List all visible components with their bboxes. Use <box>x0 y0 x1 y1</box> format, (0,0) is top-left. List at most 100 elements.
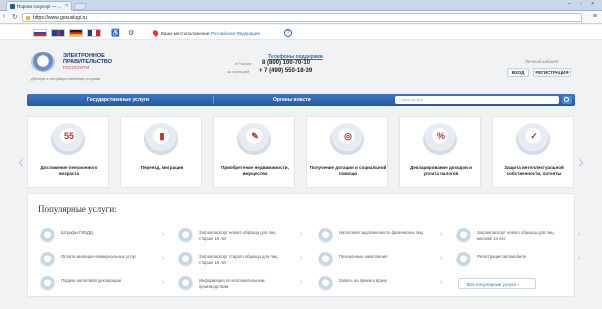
category-card[interactable]: ◎ Получение дотации и социальной помощи <box>306 116 388 188</box>
location-label: Ваше местоположение: <box>161 31 211 36</box>
reload-icon[interactable]: ↻ <box>12 13 18 21</box>
location-pin-icon <box>151 29 160 37</box>
service-item[interactable]: Пенсионные накопления › <box>318 252 450 270</box>
service-item[interactable]: Регистрация автомобиля › <box>456 252 588 270</box>
back-arrow-icon[interactable]: ‹ <box>3 13 5 20</box>
nav-government-services[interactable]: Государственные услуги <box>87 97 149 103</box>
chevron-right-icon: › <box>440 279 443 286</box>
flag-de-icon[interactable] <box>69 29 83 37</box>
service-item[interactable]: Запись на прием к врачу › <box>318 276 450 294</box>
category-label: Получение дотации и социальной помощи <box>309 165 387 176</box>
popular-services: Популярные услуги: Штрафы ГИБДД › Загран… <box>27 193 580 297</box>
service-item[interactable]: Налоговая задолженность физических лиц › <box>318 228 450 246</box>
service-label: Штрафы ГИБДД <box>61 230 93 235</box>
tab-title: Портал госуслуг — ... <box>17 4 62 9</box>
category-card[interactable]: ✎ Приобретение недвижимости, имущества <box>213 116 295 188</box>
browser-tab[interactable]: Портал госуслуг — ... × <box>6 1 72 11</box>
doctor-appointment-icon <box>318 276 333 291</box>
chevron-right-icon: › <box>300 231 303 238</box>
chevron-right-icon: › <box>578 231 581 238</box>
service-item[interactable]: Оплата жилищно-коммунальных услуг › <box>40 252 172 270</box>
category-card[interactable]: ▮ Переезд, миграция <box>120 116 202 188</box>
category-label: Достижение пенсионного возраста <box>40 165 98 176</box>
emblem-icon[interactable] <box>31 52 55 72</box>
service-label: Подача налоговой декларации <box>61 278 121 283</box>
site-top-strip: ♿ ⚙ Ваше местоположение: Российская Феде… <box>0 25 602 40</box>
service-label: Загранпаспорт нового образца для лиц ста… <box>199 230 276 241</box>
category-label: Защита интеллектуальной собственности, п… <box>504 165 564 176</box>
service-label: Пенсионные накопления <box>339 254 388 259</box>
car-registration-icon <box>456 252 471 267</box>
chevron-right-icon: › <box>300 255 303 262</box>
settings-icon[interactable]: ⚙ <box>128 29 134 37</box>
service-label: Загранпаспорт нового образца для лиц мол… <box>477 230 554 241</box>
service-item[interactable]: Подача налоговой декларации › <box>40 276 172 294</box>
category-glyph: % <box>436 131 445 141</box>
service-item[interactable]: Информация по исполнительным производств… <box>178 276 310 294</box>
search-icon[interactable] <box>562 96 572 104</box>
location-selector[interactable]: Российская Федерация <box>211 31 260 36</box>
service-item[interactable]: Загранпаспорт нового образца для лиц ста… <box>178 228 310 246</box>
passport-old-icon <box>178 252 193 267</box>
chevron-right-icon: › <box>162 255 165 262</box>
service-label: Оплата жилищно-коммунальных услуг <box>61 254 137 259</box>
category-card[interactable]: 55 Достижение пенсионного возраста <box>27 116 109 188</box>
service-item[interactable]: Загранпаспорт нового образца для лиц мол… <box>456 228 588 246</box>
category-glyph: ◎ <box>344 131 352 141</box>
carousel-next-arrow-icon[interactable]: › <box>578 152 584 173</box>
browser-toolbar: ‹ ↻ https://www.gosuslugi.ru ≡ <box>0 11 602 24</box>
tax-debt-icon <box>318 228 333 243</box>
phone-russia-label: в России <box>235 61 252 66</box>
chevron-right-icon: › <box>162 279 165 286</box>
lock-icon <box>26 16 30 20</box>
all-popular-services-link[interactable]: Все популярные услуги › <box>458 278 536 289</box>
chevron-right-icon: › <box>440 231 443 238</box>
all-popular-label: Все популярные услуги <box>467 282 517 287</box>
popular-title: Популярные услуги: <box>38 204 117 214</box>
chevron-right-icon: › <box>162 231 165 238</box>
search-input[interactable]: Поиск услуги <box>395 96 559 104</box>
category-glyph: ▮ <box>159 131 165 141</box>
flag-en-icon[interactable] <box>51 29 65 37</box>
life-situations: 55 Достижение пенсионного возраста ▮ Пер… <box>27 106 575 194</box>
passport-icon <box>178 228 193 243</box>
slogan: Доступ к государственным услугам <box>31 76 101 81</box>
new-tab-button[interactable] <box>72 3 88 10</box>
login-button[interactable]: ВХОД <box>507 68 529 77</box>
service-label: Запись на прием к врачу <box>339 278 388 283</box>
tab-close-icon[interactable]: × <box>65 3 68 9</box>
browser-menu-icon[interactable]: ≡ <box>593 13 597 20</box>
service-label: Регистрация автомобиля <box>477 254 526 259</box>
service-label: Информация по исполнительным производств… <box>199 278 265 289</box>
nav-authorities[interactable]: Органы власти <box>273 97 311 103</box>
category-label: Приобретение недвижимости, имущества <box>221 165 289 176</box>
window-controls[interactable]: – ▫ × <box>568 1 598 7</box>
help-icon[interactable]: ? <box>284 29 292 37</box>
address-url: https://www.gosuslugi.ru <box>33 15 87 21</box>
favicon-icon <box>10 4 15 9</box>
register-button[interactable]: РЕГИСТРАЦИЯ <box>533 68 571 77</box>
phone-russia: 8 (800) 100-70-10 <box>262 60 311 66</box>
browser-tab-bar: Портал госуслуг — ... × – ▫ × <box>0 0 602 11</box>
passport-child-icon <box>456 228 471 243</box>
logo-line-3[interactable]: ГОСУСЛУГИ <box>63 65 89 70</box>
service-label: Налоговая задолженность физических лиц <box>339 230 423 235</box>
utilities-icon <box>40 252 55 267</box>
address-bar[interactable]: https://www.gosuslugi.ru <box>22 13 582 22</box>
phone-abroad-label: за границей <box>227 69 250 74</box>
pension-savings-icon <box>318 252 333 267</box>
carousel-prev-arrow-icon[interactable]: ‹ <box>18 152 24 173</box>
phone-abroad: + 7 (499) 550-18-39 <box>259 68 313 74</box>
category-card[interactable]: % Декларирование доходов и уплата налого… <box>399 116 481 188</box>
flag-fr-icon[interactable] <box>87 29 101 37</box>
flag-ru-icon[interactable] <box>33 29 47 37</box>
accessibility-icon[interactable]: ♿ <box>111 29 120 37</box>
category-glyph: ✎ <box>251 131 259 141</box>
service-item[interactable]: Загранпаспорт старого образца для лиц ст… <box>178 252 310 270</box>
service-item[interactable]: Штрафы ГИБДД › <box>40 228 172 246</box>
category-label: Переезд, миграция <box>140 165 184 170</box>
category-label: Декларирование доходов и уплата налогов <box>410 165 472 176</box>
site-header: ЭЛЕКТРОННОЕ ПРАВИТЕЛЬСТВО ГОСУСЛУГИ Дост… <box>27 48 575 94</box>
category-card[interactable]: ✓ Защита интеллектуальной собственности,… <box>492 116 574 188</box>
chevron-right-icon: › <box>578 255 581 262</box>
